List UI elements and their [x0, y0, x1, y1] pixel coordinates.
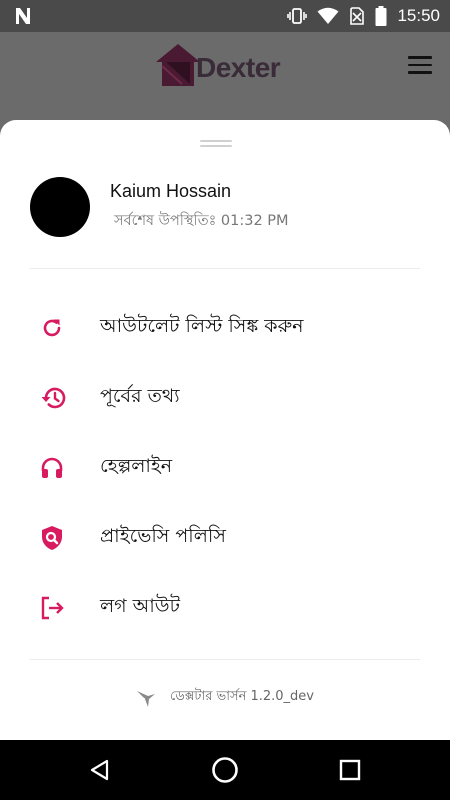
home-circle-icon	[212, 757, 238, 783]
menu-item-logout[interactable]: লগ আউট	[30, 580, 420, 636]
user-name: Kaium Hossain	[110, 181, 232, 201]
menu-item-sync-outlets[interactable]: আউটলেট লিস্ট সিঙ্ক করুন	[30, 300, 420, 356]
menu-item-privacy-policy[interactable]: প্রাইভেসি পলিসি	[30, 510, 420, 566]
version-label: ডেক্সটার ভার্সন 1.2.0_dev	[170, 689, 314, 704]
status-bar: 15:50	[0, 0, 450, 32]
vibrate-icon	[287, 8, 308, 24]
no-sim-icon	[350, 7, 365, 25]
menu-item-history[interactable]: পূর্বের তথ্য	[30, 370, 420, 426]
recents-button[interactable]	[335, 755, 365, 785]
last-seen: সর্বশেষ উপস্থিতিঃ 01:32 PM	[114, 213, 289, 229]
status-time: 15:50	[397, 6, 440, 25]
menu-item-label: হেল্পলাইন	[100, 455, 173, 477]
divider	[30, 268, 420, 269]
user-profile: Kaium Hossain সর্বশেষ উপস্থিতিঃ 01:32 PM	[30, 177, 420, 239]
brand-name: Dexter	[196, 52, 281, 83]
shield-search-icon	[30, 525, 80, 551]
menu-sheet: Kaium Hossain সর্বশেষ উপস্থিতিঃ 01:32 PM…	[0, 120, 450, 740]
drag-handle[interactable]	[200, 140, 232, 148]
wifi-icon	[317, 7, 339, 24]
dexter-bird-icon	[137, 690, 155, 707]
hamburger-icon[interactable]	[408, 56, 432, 76]
app-version: ডেক্সটার ভার্সন 1.2.0_dev	[0, 687, 450, 708]
back-button[interactable]	[85, 755, 115, 785]
app-bar: Dexter	[0, 32, 450, 120]
menu-item-label: পূর্বের তথ্য	[100, 385, 180, 407]
battery-icon	[375, 6, 387, 26]
navigation-bar	[0, 740, 450, 800]
refresh-icon	[30, 316, 80, 340]
avatar	[30, 177, 90, 237]
history-icon	[30, 386, 80, 410]
headset-icon	[30, 456, 80, 480]
back-triangle-icon	[90, 759, 109, 781]
home-button[interactable]	[210, 755, 240, 785]
dexter-logo: Dexter	[156, 40, 296, 92]
menu-item-label: আউটলেট লিস্ট সিঙ্ক করুন	[100, 315, 304, 337]
recents-square-icon	[339, 759, 361, 781]
divider	[30, 659, 420, 660]
n-notification-icon	[16, 8, 30, 24]
menu-item-label: লগ আউট	[100, 595, 180, 617]
menu-item-helpline[interactable]: হেল্পলাইন	[30, 440, 420, 496]
logout-icon	[30, 596, 80, 620]
menu-item-label: প্রাইভেসি পলিসি	[100, 525, 226, 547]
